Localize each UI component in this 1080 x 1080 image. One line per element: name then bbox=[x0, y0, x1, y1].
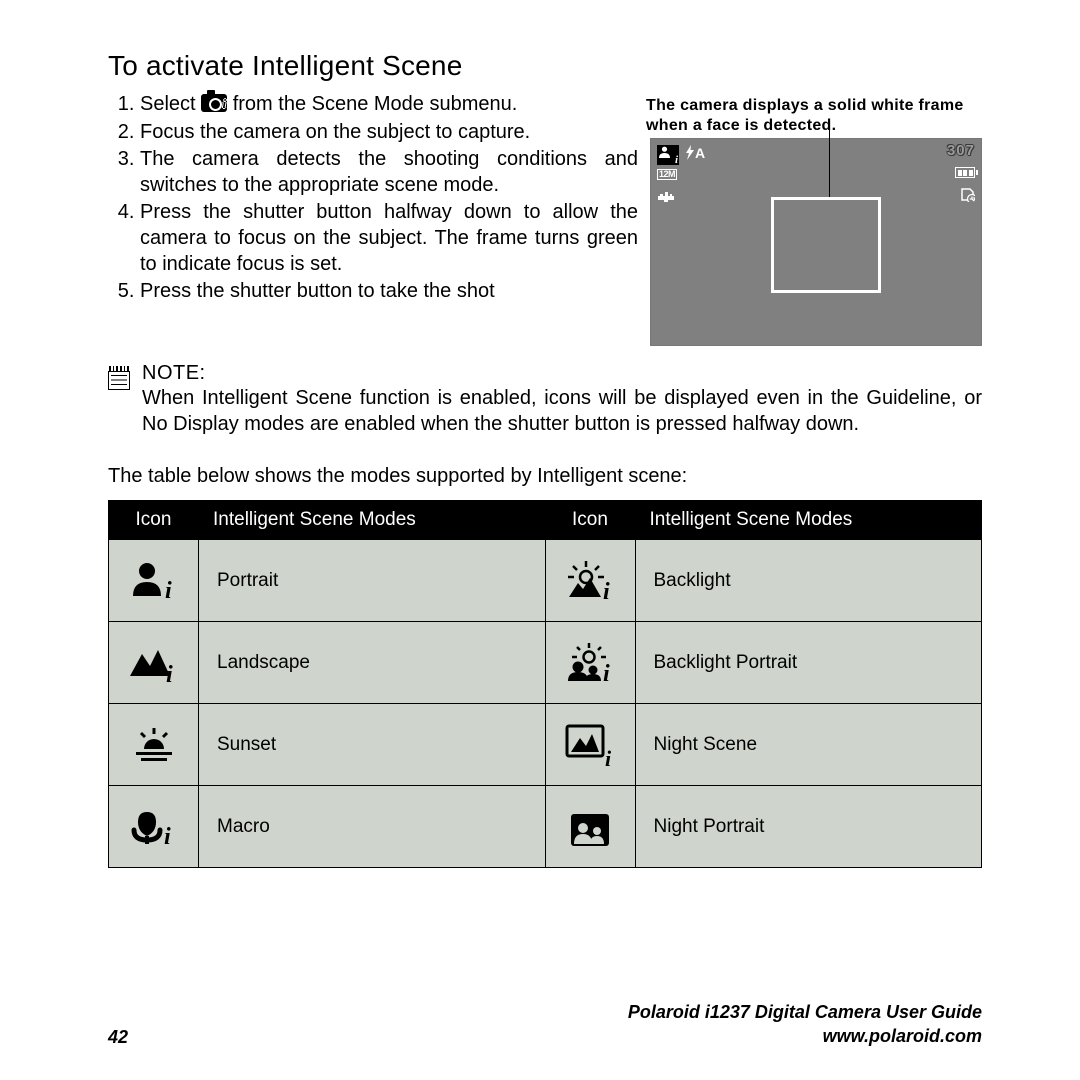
activation-steps: Select i from the Scene Mode submenu. Fo… bbox=[108, 92, 638, 305]
step-2: Focus the camera on the subject to captu… bbox=[140, 120, 638, 146]
memory-card-indicator-icon bbox=[960, 187, 975, 202]
sunset-icon bbox=[109, 704, 199, 786]
landscape-label: Landscape bbox=[199, 622, 546, 704]
step-4: Press the shutter button halfway down to… bbox=[140, 200, 638, 277]
table-intro: The table below shows the modes supporte… bbox=[108, 465, 982, 488]
col-icon-1: Icon bbox=[109, 501, 199, 540]
svg-text:i: i bbox=[166, 662, 173, 684]
night-portrait-label: Night Portrait bbox=[635, 786, 982, 868]
section-title: To activate Intelligent Scene bbox=[108, 50, 982, 82]
note-icon bbox=[108, 362, 132, 437]
footer-url: www.polaroid.com bbox=[628, 1025, 982, 1048]
note-text: When Intelligent Scene function is enabl… bbox=[142, 386, 982, 437]
shots-remaining: 307 bbox=[947, 143, 975, 158]
backlight-label: Backlight bbox=[635, 540, 982, 622]
svg-text:i: i bbox=[603, 579, 610, 603]
col-icon-2: Icon bbox=[545, 501, 635, 540]
sunset-label: Sunset bbox=[199, 704, 546, 786]
svg-text:i: i bbox=[605, 746, 612, 768]
step-3: The camera detects the shooting conditio… bbox=[140, 147, 638, 198]
backlight-portrait-icon: i bbox=[545, 622, 635, 704]
stabilizer-indicator-icon bbox=[657, 189, 675, 203]
svg-text:i: i bbox=[603, 661, 610, 685]
battery-indicator-icon bbox=[955, 167, 975, 178]
svg-text:i: i bbox=[165, 578, 172, 602]
svg-text:i: i bbox=[164, 824, 171, 848]
landscape-icon: i bbox=[109, 622, 199, 704]
macro-icon: i bbox=[109, 786, 199, 868]
backlight-icon: i bbox=[545, 540, 635, 622]
pointer-line bbox=[829, 121, 830, 199]
face-detect-frame bbox=[771, 197, 881, 293]
night-scene-icon: i bbox=[545, 704, 635, 786]
night-portrait-icon bbox=[545, 786, 635, 868]
flash-auto-indicator-icon: A bbox=[685, 145, 705, 160]
col-mode-1: Intelligent Scene Modes bbox=[199, 501, 546, 540]
page-number: 42 bbox=[108, 1027, 128, 1048]
step-1b: from the Scene Mode submenu. bbox=[227, 93, 517, 115]
screen-caption: The camera displays a solid white frame … bbox=[646, 96, 982, 136]
portrait-icon: i bbox=[109, 540, 199, 622]
portrait-label: Portrait bbox=[199, 540, 546, 622]
intelligent-scene-table: Icon Intelligent Scene Modes Icon Intell… bbox=[108, 500, 982, 868]
macro-label: Macro bbox=[199, 786, 546, 868]
note-label: NOTE: bbox=[142, 362, 982, 385]
col-mode-2: Intelligent Scene Modes bbox=[635, 501, 982, 540]
flash-auto-label: A bbox=[695, 145, 705, 161]
footer-guide-title: Polaroid i1237 Digital Camera User Guide bbox=[628, 1001, 982, 1024]
camera-mode-icon: i bbox=[201, 94, 227, 112]
camera-screen-preview: i A 12M 307 bbox=[650, 138, 982, 346]
backlight-portrait-label: Backlight Portrait bbox=[635, 622, 982, 704]
step-5: Press the shutter button to take the sho… bbox=[140, 279, 638, 305]
resolution-indicator: 12M bbox=[657, 169, 677, 180]
night-scene-label: Night Scene bbox=[635, 704, 982, 786]
step-1a: Select bbox=[140, 93, 201, 115]
scene-mode-indicator-icon: i bbox=[657, 145, 679, 165]
